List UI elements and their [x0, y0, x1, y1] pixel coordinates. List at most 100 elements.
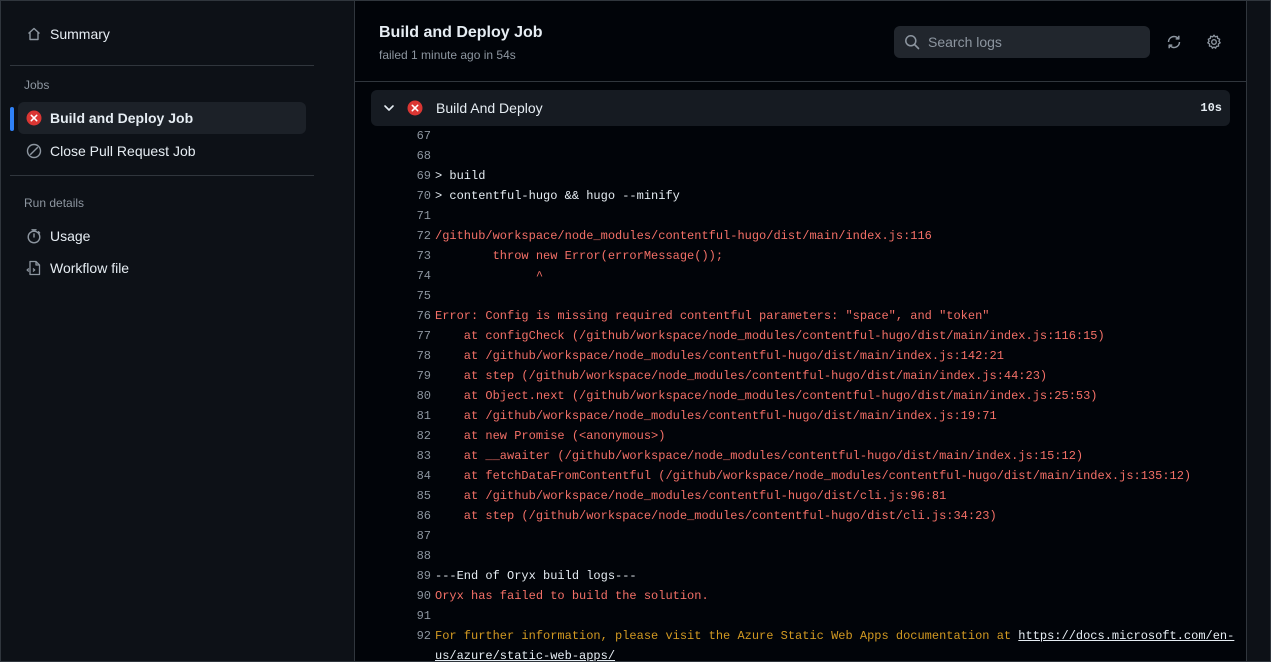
jobs-heading: Jobs: [24, 78, 50, 92]
log-text-content: ---End of Oryx build logs---: [435, 569, 637, 583]
line-number[interactable]: 68: [371, 149, 431, 163]
line-number[interactable]: 77: [371, 329, 431, 343]
log-text-content: at configCheck (/github/workspace/node_m…: [435, 329, 1105, 343]
search-logs-box[interactable]: [894, 26, 1150, 58]
log-text: Oryx has failed to build the solution.: [435, 589, 709, 603]
line-number[interactable]: 84: [371, 469, 431, 483]
line-number[interactable]: 76: [371, 309, 431, 323]
line-number[interactable]: 78: [371, 349, 431, 363]
sidebar-item-summary[interactable]: Summary: [18, 18, 306, 50]
line-number[interactable]: 92: [371, 629, 431, 643]
stopwatch-icon: [26, 228, 42, 244]
line-number[interactable]: 91: [371, 609, 431, 623]
line-number[interactable]: 86: [371, 509, 431, 523]
log-text: > contentful-hugo && hugo --minify: [435, 189, 680, 203]
log-text: For further information, please visit th…: [435, 629, 1234, 643]
log-text-content: at fetchDataFromContentful (/github/work…: [435, 469, 1192, 483]
step-build-and-deploy[interactable]: Build And Deploy 10s: [371, 90, 1230, 126]
docs-link[interactable]: https://docs.microsoft.com/en-: [1018, 629, 1234, 643]
log-text: > build: [435, 169, 485, 183]
line-number[interactable]: 73: [371, 249, 431, 263]
error-x-icon: [26, 110, 42, 126]
line-number[interactable]: 87: [371, 529, 431, 543]
sidebar-item-label: Summary: [50, 26, 110, 42]
log-line: 83 at __awaiter (/github/workspace/node_…: [371, 446, 1230, 466]
job-status-text: failed 1 minute ago in 54s: [379, 48, 516, 62]
line-number[interactable]: 70: [371, 189, 431, 203]
log-line: 79 at step (/github/workspace/node_modul…: [371, 366, 1230, 386]
refresh-button[interactable]: [1164, 32, 1184, 52]
log-text-content: > contentful-hugo && hugo --minify: [435, 189, 680, 203]
docs-link-continued[interactable]: us/azure/static-web-apps/: [435, 649, 615, 661]
line-number[interactable]: 82: [371, 429, 431, 443]
log-line: 80 at Object.next (/github/workspace/nod…: [371, 386, 1230, 406]
line-number[interactable]: 72: [371, 229, 431, 243]
log-text: at step (/github/workspace/node_modules/…: [435, 369, 1047, 383]
log-line: 82 at new Promise (<anonymous>): [371, 426, 1230, 446]
gear-icon: [1207, 34, 1221, 49]
sync-icon: [1167, 35, 1181, 49]
sidebar-item-close-pull-request-job[interactable]: Close Pull Request Job: [18, 135, 306, 167]
scrollbar-area[interactable]: [1246, 1, 1270, 661]
sidebar-item-workflow-file[interactable]: Workflow file: [18, 252, 306, 284]
log-line: 89 ---End of Oryx build logs---: [371, 566, 1230, 586]
log-text: at /github/workspace/node_modules/conten…: [435, 409, 997, 423]
line-number[interactable]: 81: [371, 409, 431, 423]
log-text-content: at /github/workspace/node_modules/conten…: [435, 349, 1004, 363]
log-text-content: /github/workspace/node_modules/contentfu…: [435, 229, 932, 243]
log-line: 84 at fetchDataFromContentful (/github/w…: [371, 466, 1230, 486]
log-text-content: Error: Config is missing required conten…: [435, 309, 990, 323]
chevron-down-icon[interactable]: [381, 100, 397, 116]
log-line: 75: [371, 286, 1230, 306]
settings-button[interactable]: [1204, 32, 1224, 52]
app-frame: Summary Jobs Build and Deploy Job Close …: [0, 0, 1271, 662]
log-text: at /github/workspace/node_modules/conten…: [435, 349, 1004, 363]
log-line: 69 > build: [371, 166, 1230, 186]
active-indicator: [10, 107, 14, 131]
line-number[interactable]: 88: [371, 549, 431, 563]
sidebar-item-usage[interactable]: Usage: [18, 220, 306, 252]
line-number[interactable]: 89: [371, 569, 431, 583]
log-output: 67 68 69 > build 70 > contentful-hugo && hugo…: [371, 126, 1235, 661]
sidebar-item-label: Close Pull Request Job: [50, 143, 196, 159]
line-number[interactable]: 80: [371, 389, 431, 403]
line-number[interactable]: 90: [371, 589, 431, 603]
line-number[interactable]: 69: [371, 169, 431, 183]
line-number[interactable]: 79: [371, 369, 431, 383]
log-text: throw new Error(errorMessage());: [435, 249, 723, 263]
log-line: 91: [371, 606, 1230, 626]
line-number[interactable]: 67: [371, 129, 431, 143]
main-panel: Build and Deploy Job failed 1 minute ago…: [355, 1, 1246, 661]
line-number[interactable]: 71: [371, 209, 431, 223]
line-number[interactable]: 83: [371, 449, 431, 463]
log-text: at __awaiter (/github/workspace/node_mod…: [435, 449, 1083, 463]
step-duration: 10s: [1200, 101, 1222, 115]
home-icon: [26, 26, 42, 42]
search-input[interactable]: [928, 34, 1138, 50]
log-line: 67: [371, 126, 1230, 146]
log-text-content: at new Promise (<anonymous>): [435, 429, 666, 443]
log-text-content: For further information, please visit th…: [435, 629, 1019, 643]
log-text: at new Promise (<anonymous>): [435, 429, 666, 443]
log-text: at fetchDataFromContentful (/github/work…: [435, 469, 1191, 483]
divider: [10, 175, 314, 176]
run-details-heading: Run details: [24, 196, 85, 210]
sidebar-item-label: Workflow file: [50, 260, 130, 276]
log-line: 68: [371, 146, 1230, 166]
line-number[interactable]: 85: [371, 489, 431, 503]
log-line-wrap: us/azure/static-web-apps/: [371, 646, 1230, 661]
log-text: ^: [435, 269, 543, 283]
log-text-content: at /github/workspace/node_modules/conten…: [435, 409, 997, 423]
log-text: at Object.next (/github/workspace/node_m…: [435, 389, 1098, 403]
job-header: Build and Deploy Job failed 1 minute ago…: [355, 1, 1246, 82]
log-text-content: ^: [435, 269, 544, 283]
line-number[interactable]: 74: [371, 269, 431, 283]
log-line: 87: [371, 526, 1230, 546]
log-line: 88: [371, 546, 1230, 566]
sidebar-item-build-and-deploy-job[interactable]: Build and Deploy Job: [18, 102, 306, 134]
line-number[interactable]: 75: [371, 289, 431, 303]
log-text: at configCheck (/github/workspace/node_m…: [435, 329, 1105, 343]
page-title: Build and Deploy Job: [379, 24, 543, 41]
log-text: at /github/workspace/node_modules/conten…: [435, 489, 947, 503]
sidebar: Summary Jobs Build and Deploy Job Close …: [1, 1, 355, 661]
